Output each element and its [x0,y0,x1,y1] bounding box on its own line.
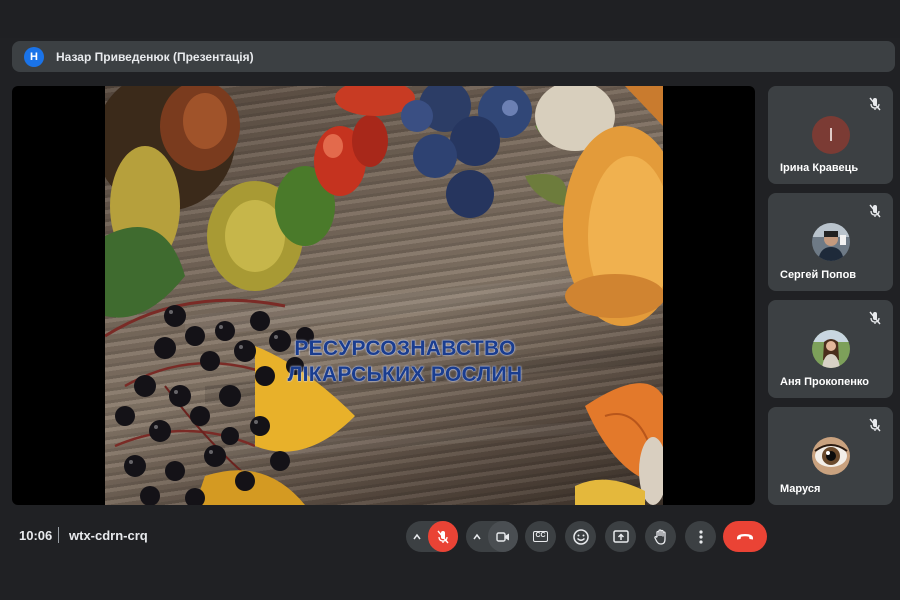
mic-off-icon [869,97,881,111]
slide-background-art [105,86,663,505]
more-vert-icon [698,529,703,544]
avatar [812,223,850,261]
participant-name: Ірина Кравець [780,162,859,174]
present-button[interactable] [605,521,636,552]
raise-hand-button[interactable] [645,521,676,552]
chevron-up-icon [413,533,421,539]
top-band [0,0,900,38]
meeting-code: wtx-cdrn-crq [69,528,148,543]
mic-off-icon [869,311,881,325]
leave-call-button[interactable] [723,521,767,552]
avatar [812,437,850,475]
chevron-up-icon [473,533,481,539]
avatar: І [812,116,850,154]
participant-name: Маруся [780,483,821,495]
present-screen-icon [612,529,629,543]
slide-title: РЕСУРСОЗНАВСТВО ЛІКАРСЬКИХ РОСЛИН [255,336,555,388]
meeting-time: 10:06 [19,528,53,543]
cc-icon: CC [533,531,548,542]
slide-title-line-2: ЛІКАРСЬКИХ РОСЛИН [287,363,523,386]
divider [58,527,59,543]
captions-button[interactable]: CC [525,521,556,552]
presenter-bar: Н Назар Приведенюк (Презентація) [12,41,895,72]
presentation-slide: РЕСУРСОЗНАВСТВО ЛІКАРСЬКИХ РОСЛИН [105,86,663,505]
avatar-photo [812,330,850,368]
camera-control-group [466,521,518,552]
avatar-photo [812,223,850,261]
hand-icon [653,528,666,545]
slide-title-line-1: РЕСУРСОЗНАВСТВО [294,337,516,360]
mic-off-icon [869,204,881,218]
participant-name: Сергей Попов [780,269,857,281]
participant-tile[interactable]: Аня Прокопенко [768,300,893,398]
mic-off-icon [869,418,881,432]
participant-tile[interactable]: І Ірина Кравець [768,86,893,184]
avatar [812,330,850,368]
presenter-title: Назар Приведенюк (Презентація) [56,49,254,64]
more-options-button[interactable] [685,521,716,552]
presenter-avatar: Н [24,46,44,67]
camera-toggle-button[interactable] [487,521,518,552]
participant-name: Аня Прокопенко [780,376,869,388]
mic-off-icon [437,530,449,543]
end-call-icon [737,533,753,539]
mic-toggle-button[interactable] [427,521,458,552]
reactions-button[interactable] [565,521,596,552]
presentation-stage[interactable]: РЕСУРСОЗНАВСТВО ЛІКАРСЬКИХ РОСЛИН [12,86,755,505]
camera-options-button[interactable] [466,521,488,552]
camera-icon [496,531,509,542]
participant-tile[interactable]: Маруся [768,407,893,505]
mic-options-button[interactable] [406,521,428,552]
bottom-toolbar: 10:06 wtx-cdrn-crq CC [0,510,900,562]
avatar-photo [812,437,850,475]
participant-tile[interactable]: Сергей Попов [768,193,893,291]
emoji-icon [572,528,589,545]
mic-control-group [406,521,458,552]
